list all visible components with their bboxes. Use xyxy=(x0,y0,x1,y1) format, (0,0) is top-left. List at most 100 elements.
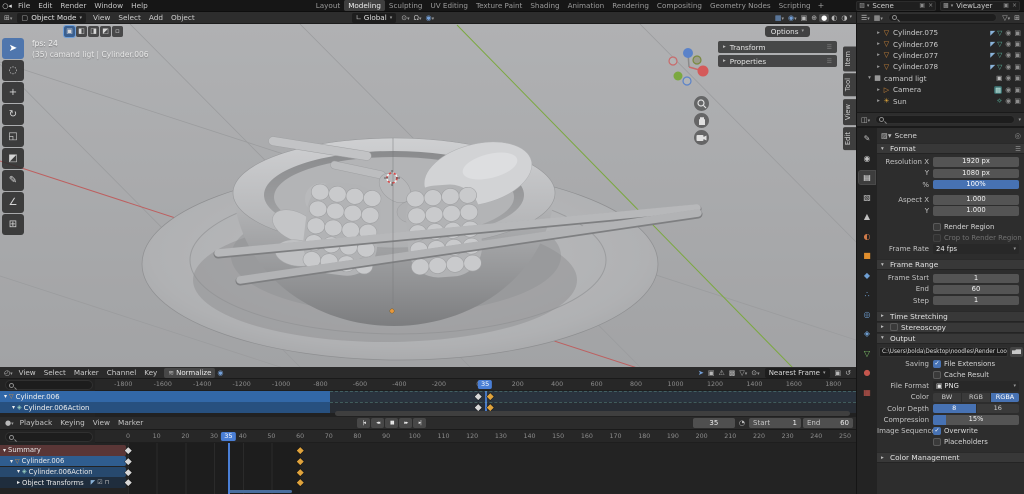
properties-tab-view-layer[interactable]: ▧ xyxy=(859,191,875,204)
properties-tab-particles[interactable]: ∴ xyxy=(859,288,875,301)
disable-render-icon[interactable]: ▣ xyxy=(1014,97,1021,105)
editor-type-icon[interactable]: ◫▾ xyxy=(859,116,872,124)
properties-tab-tool[interactable]: ✎ xyxy=(859,132,875,145)
keyframe-60[interactable] xyxy=(297,447,303,453)
expand-arrow-icon[interactable]: ▸ xyxy=(875,52,882,58)
timeline-search-input[interactable] xyxy=(5,432,93,442)
disable-render-icon[interactable]: ▣ xyxy=(1014,40,1021,48)
properties-tab-material[interactable]: ● xyxy=(859,366,875,379)
shading-rendered-icon[interactable]: ◑ xyxy=(839,14,849,22)
camera-view-button[interactable] xyxy=(694,130,709,145)
unlink-scene-icon[interactable]: × xyxy=(928,2,933,9)
checkbox-placeholders[interactable] xyxy=(933,438,941,446)
section-menu-icon[interactable]: ☰ xyxy=(1015,145,1021,153)
expand-arrow-icon[interactable]: ▸ xyxy=(875,87,882,93)
jump-to-start-button[interactable]: |◂ xyxy=(357,418,370,428)
properties-tab-object-data[interactable]: ▽ xyxy=(859,347,875,360)
chevron-down-icon[interactable]: ▾ xyxy=(12,404,15,411)
shading-material-preview-icon[interactable]: ◐ xyxy=(829,14,839,22)
properties-tab-scene[interactable]: ▲ xyxy=(859,210,875,223)
hide-eye-icon[interactable]: ◉ xyxy=(1005,63,1011,71)
value-field[interactable]: 60 xyxy=(933,285,1019,295)
horizontal-scrollbar[interactable] xyxy=(335,411,850,416)
channel-cylinder-006[interactable]: ▾▽Cylinder.006 xyxy=(0,456,126,467)
workspace-tab-scripting[interactable]: Scripting xyxy=(775,0,815,11)
navigation-gizmo[interactable] xyxy=(660,38,718,96)
transform-orientation[interactable]: ∟ Global ▾ xyxy=(352,13,396,23)
proportional-edit-icon[interactable]: ⊙▾ xyxy=(749,369,761,377)
channel-cylinder-006action[interactable]: ▾◈Cylinder.006Action xyxy=(0,402,330,413)
section-header-time-stretching[interactable]: ▸Time Stretching xyxy=(877,311,1024,322)
disable-render-icon[interactable]: ▣ xyxy=(1014,29,1021,37)
properties-search-input[interactable] xyxy=(875,115,1015,124)
viewport-mode-icon-2[interactable]: ◨ xyxy=(88,26,99,37)
sidebar-tab-tool[interactable]: Tool xyxy=(843,73,856,96)
disable-render-icon[interactable]: ▣ xyxy=(1014,63,1021,71)
multiword-fuzzy-icon[interactable]: ▩ xyxy=(727,369,738,377)
properties-tab-world[interactable]: ◐ xyxy=(859,230,875,243)
workspace-tab-rendering[interactable]: Rendering xyxy=(608,0,653,11)
workspace-tab-shading[interactable]: Shading xyxy=(526,0,563,11)
slider-field[interactable]: 15% xyxy=(933,415,1019,425)
scale-tool[interactable]: ◱ xyxy=(2,126,24,147)
dope-menu-view[interactable]: View xyxy=(15,367,40,379)
outliner-row-cylinder-076[interactable]: ▸▽Cylinder.076◤▽◉▣ xyxy=(857,38,1024,49)
chevron-down-icon[interactable]: ▾ xyxy=(17,468,20,475)
segment-rgba[interactable]: RGBA xyxy=(991,393,1019,403)
dope-menu-select[interactable]: Select xyxy=(40,367,70,379)
keyframe-0[interactable] xyxy=(125,458,131,464)
dope-sheet-ruler[interactable]: -1800-1600-1400-1200-1000-800-600-400-20… xyxy=(95,379,856,391)
properties-tab-texture[interactable]: ▦ xyxy=(859,386,875,399)
3d-viewport[interactable]: ▣◧◨◩▫ fps: 24 (35) camand ligt | Cylinde… xyxy=(0,24,856,367)
measure-tool[interactable]: ∠ xyxy=(2,192,24,213)
undo-history-icon[interactable]: ↺ xyxy=(843,369,853,377)
hide-eye-icon[interactable]: ◉ xyxy=(1005,29,1011,37)
editor-type-icon[interactable]: ◴▾ xyxy=(2,369,15,377)
section-header-output[interactable]: ▾Output xyxy=(877,333,1024,344)
current-frame-field[interactable]: 35 xyxy=(693,418,735,428)
workspace-tab-compositing[interactable]: Compositing xyxy=(653,0,706,11)
properties-tab-render[interactable]: ◉ xyxy=(859,152,875,165)
value-field[interactable]: 1.000 xyxy=(933,206,1019,216)
cursor-tool[interactable]: ◌ xyxy=(2,60,24,81)
workspace-tab-modeling[interactable]: Modeling xyxy=(344,0,385,11)
segment-8[interactable]: 8 xyxy=(933,404,976,414)
menu-help[interactable]: Help xyxy=(127,0,152,12)
rotate-tool[interactable]: ↻ xyxy=(2,104,24,125)
annotate-tool[interactable]: ✎ xyxy=(2,170,24,191)
transform-tool[interactable]: ◩ xyxy=(2,148,24,169)
expand-arrow-icon[interactable]: ▸ xyxy=(875,64,882,70)
playhead-line[interactable] xyxy=(228,443,230,494)
disable-render-icon[interactable]: ▣ xyxy=(1014,74,1021,82)
expand-arrow-icon[interactable]: ▸ xyxy=(875,41,882,47)
outliner-filter-icon[interactable]: ▽▾ xyxy=(1000,14,1012,22)
outliner-row-sun[interactable]: ▸☀Sun☼◉▣ xyxy=(857,95,1024,106)
new-collection-icon[interactable]: ⊞ xyxy=(1012,14,1022,22)
open-folder-button[interactable] xyxy=(1010,347,1023,357)
options-button[interactable]: Options ▾ xyxy=(765,26,810,37)
mode-selector[interactable]: ▢ Object Mode ▾ xyxy=(17,13,86,23)
outliner-row-camera[interactable]: ▸▷Camera▦◉▣ xyxy=(857,84,1024,95)
blender-logo-icon[interactable]: ○◂ xyxy=(0,2,14,10)
disable-render-icon[interactable]: ▣ xyxy=(1014,86,1021,94)
segment-16[interactable]: 16 xyxy=(977,404,1020,414)
keyframe-60[interactable] xyxy=(297,469,303,475)
menu-render[interactable]: Render xyxy=(56,0,90,12)
disable-render-icon[interactable]: ▣ xyxy=(1014,51,1021,59)
value-field[interactable]: 1920 px xyxy=(933,157,1019,167)
workspace-tab-animation[interactable]: Animation xyxy=(564,0,609,11)
chevron-down-icon[interactable]: ▾ xyxy=(10,458,13,465)
viewport-menu-object[interactable]: Object xyxy=(167,12,199,24)
playhead-tag[interactable]: 35 xyxy=(478,380,492,389)
channel-cylinder-006action[interactable]: ▾◈Cylinder.006Action xyxy=(0,467,126,478)
lock-icon[interactable]: ⊓ xyxy=(105,479,110,486)
sidebar-tab-item[interactable]: Item xyxy=(843,46,856,71)
workspace-tab-sculpting[interactable]: Sculpting xyxy=(385,0,427,11)
timeline-scrollbar-thumb[interactable] xyxy=(228,490,292,493)
snap-mode-dropdown[interactable]: Nearest Frame ▾ xyxy=(765,368,830,378)
copy-icon[interactable]: ▣ xyxy=(833,369,844,377)
expand-arrow-icon[interactable]: ▾ xyxy=(866,75,873,81)
properties-panel[interactable]: ▸ Properties ☰ xyxy=(718,55,837,67)
outliner-collection-icon[interactable]: ▦▾ xyxy=(872,14,885,22)
chevron-down-icon[interactable]: ▾ xyxy=(3,447,6,454)
